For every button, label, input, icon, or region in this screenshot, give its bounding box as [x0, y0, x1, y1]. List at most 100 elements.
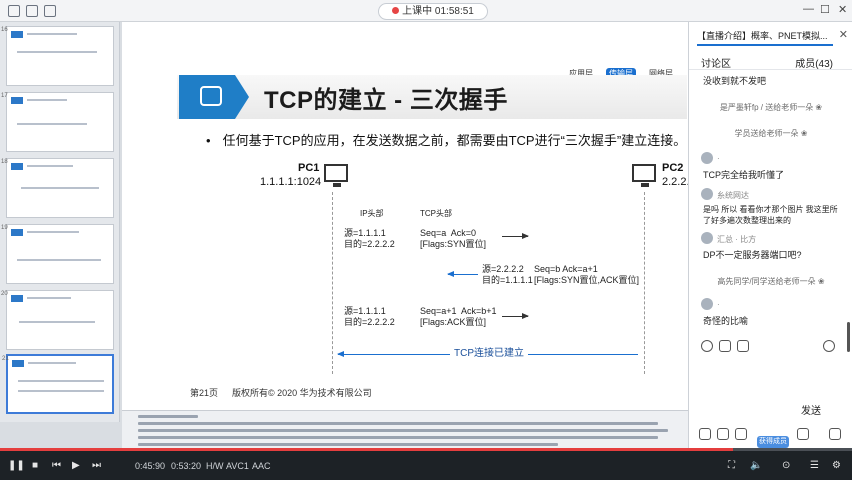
live-status-pill: 上课中 01:58:51 — [378, 3, 488, 20]
pc2-label: PC2 — [662, 162, 684, 174]
play-icon[interactable]: ▶ — [72, 460, 80, 471]
time-total: 0:53:20 — [171, 461, 202, 471]
settings-icon[interactable]: ⚙ — [832, 460, 841, 471]
ip-header-label: IP头部 — [360, 209, 384, 218]
thumbnail-text-line — [18, 380, 104, 382]
next-icon[interactable]: ⏭ — [92, 460, 101, 471]
minimize-icon[interactable]: — — [803, 3, 814, 15]
notes-line — [138, 443, 558, 446]
mic-icon[interactable] — [699, 428, 711, 440]
chat-message: 没收到就不发吧 — [703, 76, 767, 86]
playback-progress[interactable] — [0, 448, 852, 451]
slide-bullet: 任何基于TCP的应用，在发送数据之前，都需要由TCP进行“三次握手”建立连接。 — [206, 130, 687, 149]
seg2-ip: 源=2.2.2.2 目的=1.1.1.1 — [482, 264, 533, 285]
image-upload-icon[interactable] — [737, 340, 749, 352]
chat-message: 了好多遍次数整理出来的 — [703, 216, 791, 225]
slide-title: TCP的建立 - 三次握手 — [264, 87, 508, 114]
settings-icon[interactable] — [823, 340, 835, 352]
notes-line — [138, 429, 668, 432]
avatar — [701, 298, 713, 310]
chat-message: TCP完全给我听懂了 — [703, 170, 785, 180]
thumbnail-title-icon — [11, 295, 23, 302]
slide-canvas: 应用层 传输层 网络层 TCP的建立 - 三次握手 任何基于TCP的应用，在发送… — [122, 22, 688, 410]
pc1-label: PC1 — [298, 162, 320, 174]
thumbnail-text-line — [17, 123, 87, 125]
pause-icon[interactable]: ❚❚ — [8, 460, 25, 471]
thumbnail-number: 16 — [1, 27, 8, 33]
seg1-ip: 源=1.1.1.1 目的=2.2.2.2 — [344, 228, 395, 249]
volume-icon[interactable]: 🔈 — [750, 460, 762, 471]
seg2-tcp: Seq=b Ack=a+1 [Flags:SYN置位,ACK置位] — [534, 264, 640, 285]
chat-message: 是吗 所以 看看你才那个图片 我这里所 — [703, 205, 838, 214]
chat-sender: · — [717, 300, 720, 309]
thumbnail-text-line — [27, 297, 71, 299]
playlist-icon[interactable]: ☰ — [810, 460, 819, 471]
pc1-address: 1.1.1.1:1024 — [260, 176, 322, 188]
chat-sender: 汇总 · 比方 — [717, 235, 757, 244]
gift-icon[interactable] — [719, 340, 731, 352]
tcp-header-label: TCP头部 — [420, 209, 452, 218]
avatar — [701, 188, 713, 200]
slide-thumbnail[interactable]: 16 — [1, 26, 114, 86]
thumbnail-number: 19 — [1, 225, 8, 231]
avatar — [701, 152, 713, 164]
pc1-timeline — [332, 192, 333, 374]
image-icon — [179, 75, 249, 119]
slide-thumbnail[interactable]: 17 — [1, 92, 114, 152]
slide-thumbnail[interactable]: 19 — [1, 224, 114, 284]
chat-message: DP不一定服务器端口吧? — [703, 250, 802, 260]
speaker-notes[interactable] — [122, 410, 688, 448]
prev-icon[interactable]: ⏮ — [52, 460, 61, 471]
avatar — [701, 232, 713, 244]
tab-discussion[interactable]: 讨论区 — [701, 55, 731, 70]
screenshot-icon[interactable]: ⊙ — [782, 460, 790, 471]
tab-members[interactable]: 成员(43) — [795, 55, 833, 70]
thumbnail-text-line — [18, 390, 104, 392]
thumbnail-title-icon — [11, 31, 23, 38]
more-icon[interactable] — [829, 428, 841, 440]
seg3-arrow — [502, 313, 529, 319]
close-panel-icon[interactable]: ✕ — [839, 28, 848, 41]
volume-icon[interactable] — [797, 428, 809, 440]
maximize-icon[interactable]: ☐ — [820, 3, 830, 16]
close-icon[interactable]: ✕ — [838, 3, 847, 16]
app-menu-icon[interactable] — [8, 5, 20, 17]
pc2-monitor-icon — [632, 164, 656, 187]
seg2-arrow — [447, 271, 478, 277]
audio-codec: AAC — [252, 461, 271, 471]
thumbnail-text-line — [27, 33, 77, 35]
fullscreen-icon[interactable]: ⛶ — [728, 460, 735, 471]
screen-icon[interactable] — [26, 5, 38, 17]
thumbnail-title-icon — [11, 163, 23, 170]
chat-system-notice: 是严墨轩fp / 送给老师一朵 ❀ — [719, 103, 823, 112]
emoji-icon[interactable] — [701, 340, 713, 352]
slide-thumbnail[interactable]: 20 — [1, 290, 114, 350]
chat-scrollbar[interactable] — [847, 322, 850, 352]
thumbnail-number: 20 — [1, 291, 8, 297]
hand-icon[interactable] — [717, 428, 729, 440]
thumbnail-text-line — [27, 231, 79, 233]
thumbnail-number: 17 — [1, 93, 8, 99]
pc2-address: 2.2.2. — [662, 176, 688, 188]
established-label: TCP连接已建立 — [450, 347, 528, 361]
seg1-tcp: Seq=a Ack=0 [Flags:SYN置位] — [420, 228, 487, 249]
member-badge[interactable]: 获得成员 — [757, 436, 789, 448]
seg3-tcp: Seq=a+1 Ack=b+1 [Flags:ACK置位] — [420, 306, 497, 327]
slide-thumbnail-active[interactable]: 21 — [2, 354, 114, 414]
thumbnail-text-line — [17, 259, 101, 261]
layout-icon[interactable] — [44, 5, 56, 17]
send-button[interactable]: 发送 — [801, 402, 821, 417]
slide-thumbnail[interactable]: 18 — [1, 158, 114, 218]
slide-thumbnail-list: 16 17 18 19 20 21 — [0, 22, 120, 422]
thumbnail-number: 18 — [1, 159, 8, 165]
share-icon[interactable] — [735, 428, 747, 440]
chat-system-notice: 学员送给老师一朵 ❀ — [734, 129, 808, 138]
stop-icon[interactable]: ■ — [32, 460, 38, 471]
notes-line — [138, 436, 658, 439]
chat-message: 奇怪的比喻 — [703, 316, 749, 326]
panel-tab-live-intro[interactable]: 【直播介绍】概率、PNET模拟... — [697, 28, 833, 46]
thumbnail-title-icon — [12, 360, 24, 367]
recording-icon — [392, 7, 400, 14]
discussion-panel: 【直播介绍】概率、PNET模拟... ✕ 讨论区 成员(43) 没收到就不发吧 … — [688, 22, 852, 448]
live-status-text: 上课中 01:58:51 — [402, 6, 474, 17]
